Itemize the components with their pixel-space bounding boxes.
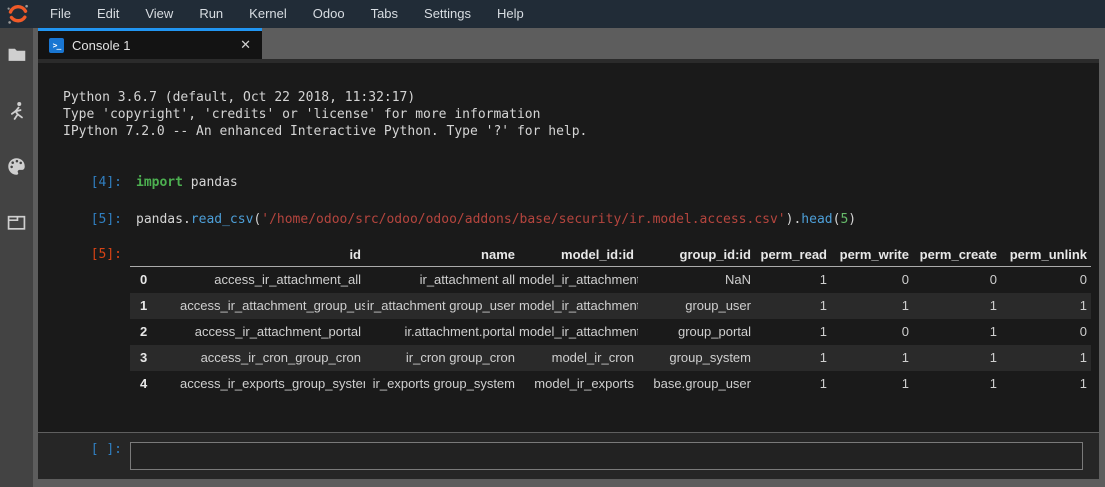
banner-line: Type 'copyright', 'credits' or 'license'… [63, 106, 1099, 123]
tab-console-1[interactable]: >_ Console 1 ✕ [38, 28, 262, 59]
cell: 1 [831, 293, 913, 319]
cell: 0 [1001, 267, 1091, 293]
cell: model_ir_exports [519, 371, 638, 397]
cell: 0 [1001, 319, 1091, 345]
console-panel: Python 3.6.7 (default, Oct 22 2018, 11:3… [38, 59, 1099, 479]
cell: 1 [755, 319, 831, 345]
cell: access_ir_cron_group_cron [180, 345, 365, 371]
menu-view[interactable]: View [132, 0, 186, 28]
table-row: 4access_ir_exports_group_systemir_export… [130, 371, 1091, 397]
ipython-banner: Python 3.6.7 (default, Oct 22 2018, 11:3… [38, 89, 1099, 140]
cell: ir_attachment all [365, 267, 519, 293]
code-line: import pandas [130, 175, 238, 190]
menu-help[interactable]: Help [484, 0, 537, 28]
tab-close-icon[interactable]: ✕ [237, 37, 254, 53]
column-header: perm_read [755, 243, 831, 267]
row-index: 4 [130, 371, 180, 397]
cell: 1 [755, 267, 831, 293]
cell: ir_cron group_cron [365, 345, 519, 371]
table-row: 3access_ir_cron_group_cronir_cron group_… [130, 345, 1091, 371]
cell: group_portal [638, 319, 755, 345]
menu-items: FileEditViewRunKernelOdooTabsSettingsHel… [37, 0, 537, 28]
file-browser-icon[interactable] [7, 44, 27, 64]
table-row: 1access_ir_attachment_group_userir_attac… [130, 293, 1091, 319]
cell: group_user [638, 293, 755, 319]
code-cell-4: [4]:import pandas [38, 175, 1099, 190]
code-cell-5: [5]:pandas.read_csv('/home/odoo/src/odoo… [38, 212, 1099, 227]
cell: NaN [638, 267, 755, 293]
code-input[interactable] [130, 442, 1083, 470]
cell: access_ir_exports_group_system [180, 371, 365, 397]
row-index: 0 [130, 267, 180, 293]
cell: 1 [1001, 345, 1091, 371]
menu-settings[interactable]: Settings [411, 0, 484, 28]
running-kernels-icon[interactable] [7, 100, 27, 120]
input-prompt: [5]: [38, 212, 130, 227]
banner-line: IPython 7.2.0 -- An enhanced Interactive… [63, 123, 1099, 140]
column-header: perm_unlink [1001, 243, 1091, 267]
menu-edit[interactable]: Edit [84, 0, 132, 28]
column-header: perm_write [831, 243, 913, 267]
left-sidebar [0, 28, 33, 487]
banner-line: Python 3.6.7 (default, Oct 22 2018, 11:3… [63, 89, 1099, 106]
cell: base.group_user [638, 371, 755, 397]
input-prompt: [ ]: [38, 442, 130, 457]
menu-tabs[interactable]: Tabs [358, 0, 411, 28]
cell: 1 [755, 345, 831, 371]
table-row: 0access_ir_attachment_allir_attachment a… [130, 267, 1091, 293]
cell: model_ir_attachment [519, 267, 638, 293]
console-input-area: [ ]: [38, 432, 1099, 479]
cell: access_ir_attachment_all [180, 267, 365, 293]
command-palette-icon[interactable] [7, 156, 27, 176]
menu-run[interactable]: Run [186, 0, 236, 28]
tab-title: Console 1 [72, 38, 237, 53]
cell: group_system [638, 345, 755, 371]
cell: 0 [831, 267, 913, 293]
cell: 1 [913, 345, 1001, 371]
code-line: pandas.read_csv('/home/odoo/src/odoo/odo… [130, 212, 856, 227]
menu-file[interactable]: File [37, 0, 84, 28]
console-icon: >_ [49, 38, 64, 53]
table-row: 2access_ir_attachment_portalir.attachmen… [130, 319, 1091, 345]
input-prompt: [4]: [38, 175, 130, 190]
cell: model_ir_cron [519, 345, 638, 371]
row-index: 2 [130, 319, 180, 345]
tab-bar: >_ Console 1 ✕ [38, 28, 1099, 59]
cell: 1 [831, 345, 913, 371]
cell: 1 [831, 371, 913, 397]
cell: 1 [1001, 293, 1091, 319]
output-prompt: [5]: [38, 243, 130, 267]
cell: ir_exports group_system [365, 371, 519, 397]
odoo-sh-logo-icon [5, 2, 31, 26]
cell: 1 [755, 371, 831, 397]
open-tabs-icon[interactable] [7, 212, 27, 232]
column-header: id [180, 243, 365, 267]
cell: 1 [1001, 371, 1091, 397]
menu-bar: FileEditViewRunKernelOdooTabsSettingsHel… [0, 0, 1105, 28]
column-header [130, 243, 180, 267]
column-header: perm_create [913, 243, 1001, 267]
cell: model_ir_attachment [519, 319, 638, 345]
cell: ir_attachment group_user [365, 293, 519, 319]
cell: 1 [755, 293, 831, 319]
cell: 1 [913, 371, 1001, 397]
row-index: 3 [130, 345, 180, 371]
cell: 0 [831, 319, 913, 345]
column-header: group_id:id [638, 243, 755, 267]
cell: ir.attachment.portal [365, 319, 519, 345]
menu-kernel[interactable]: Kernel [236, 0, 300, 28]
cell: 1 [913, 319, 1001, 345]
cell: access_ir_attachment_portal [180, 319, 365, 345]
dataframe-table: idnamemodel_id:idgroup_id:idperm_readper… [130, 243, 1091, 397]
cell: access_ir_attachment_group_user [180, 293, 365, 319]
output-cell-5: [5]: idnamemodel_id:idgroup_id:idperm_re… [38, 243, 1099, 397]
column-header: model_id:id [519, 243, 638, 267]
column-header: name [365, 243, 519, 267]
console-output: Python 3.6.7 (default, Oct 22 2018, 11:3… [38, 63, 1099, 432]
cell: 1 [913, 293, 1001, 319]
cell: 0 [913, 267, 1001, 293]
menu-odoo[interactable]: Odoo [300, 0, 358, 28]
cell: model_ir_attachment [519, 293, 638, 319]
row-index: 1 [130, 293, 180, 319]
